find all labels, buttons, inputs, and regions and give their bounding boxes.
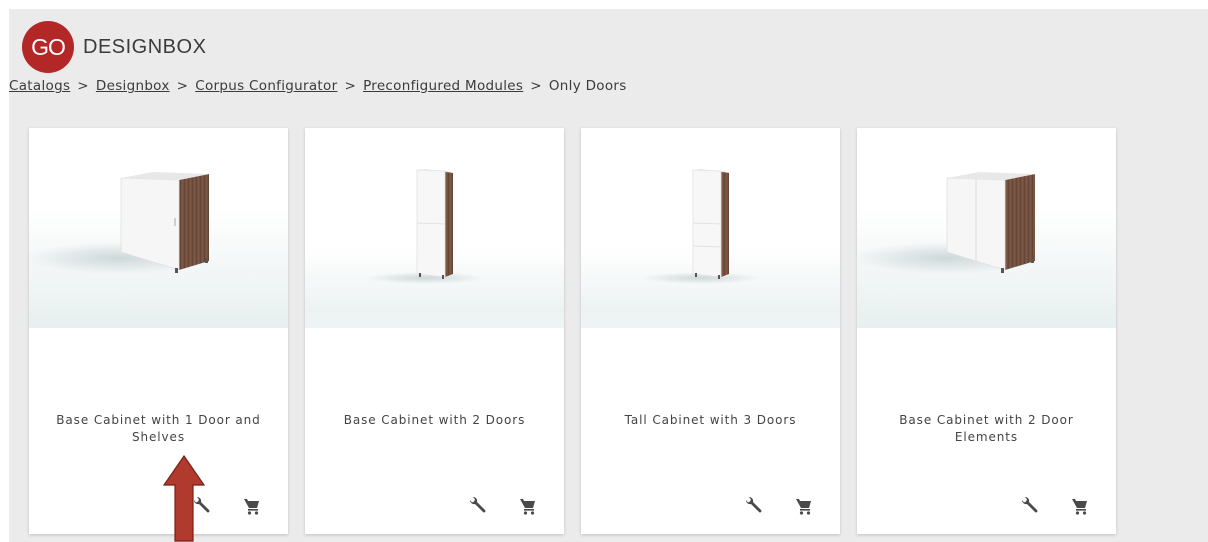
product-card[interactable]: Base Cabinet with 1 Door and Shelves — [29, 128, 288, 534]
breadcrumb-separator: > — [176, 78, 189, 94]
product-card[interactable]: Base Cabinet with 2 Doors — [305, 128, 564, 534]
wrench-icon — [469, 496, 486, 513]
logo-badge: GO — [22, 21, 74, 73]
breadcrumb-separator: > — [344, 78, 357, 94]
configure-button[interactable] — [463, 492, 491, 520]
product-card[interactable]: Tall Cabinet with 3 Doors — [581, 128, 840, 534]
product-title[interactable]: Base Cabinet with 2 Doors — [321, 412, 548, 429]
product-title[interactable]: Tall Cabinet with 3 Doors — [597, 412, 824, 429]
product-title[interactable]: Base Cabinet with 2 Door Elements — [873, 412, 1100, 446]
configure-button[interactable] — [1015, 492, 1043, 520]
wrench-icon — [745, 496, 762, 513]
add-to-cart-button[interactable] — [514, 492, 542, 520]
logo[interactable]: GO DESIGNBOX — [22, 21, 206, 73]
breadcrumb: Catalogs > Designbox > Corpus Configurator > P… — [9, 78, 627, 94]
tall-narrow-cabinet-image[interactable] — [581, 128, 840, 328]
breadcrumb-link-preconfigured-modules[interactable]: Preconfigured Modules — [363, 78, 523, 94]
add-to-cart-button[interactable] — [790, 492, 818, 520]
base-cabinet-1-door-image[interactable] — [29, 128, 288, 328]
breadcrumb-current: Only Doors — [548, 78, 627, 94]
cart-icon — [796, 499, 811, 515]
wrench-icon — [1021, 496, 1038, 513]
logo-text: DESIGNBOX — [83, 35, 207, 58]
add-to-cart-button[interactable] — [1066, 492, 1094, 520]
configure-button[interactable] — [739, 492, 767, 520]
breadcrumb-link-corpus-configurator[interactable]: Corpus Configurator — [195, 78, 337, 94]
breadcrumb-link-designbox[interactable]: Designbox — [96, 78, 170, 94]
up-arrow-annotation — [163, 455, 205, 542]
cart-icon — [244, 499, 259, 515]
cart-icon — [520, 499, 535, 515]
base-cabinet-2-door-image[interactable] — [857, 128, 1116, 328]
tall-narrow-cabinet-image[interactable] — [305, 128, 564, 328]
breadcrumb-separator: > — [77, 78, 89, 94]
breadcrumb-separator: > — [530, 78, 542, 94]
product-title[interactable]: Base Cabinet with 1 Door and Shelves — [45, 412, 272, 446]
breadcrumb-link-catalogs[interactable]: Catalogs — [9, 78, 70, 94]
product-card[interactable]: Base Cabinet with 2 Door Elements — [857, 128, 1116, 534]
cart-icon — [1072, 499, 1087, 515]
add-to-cart-button[interactable] — [238, 492, 266, 520]
